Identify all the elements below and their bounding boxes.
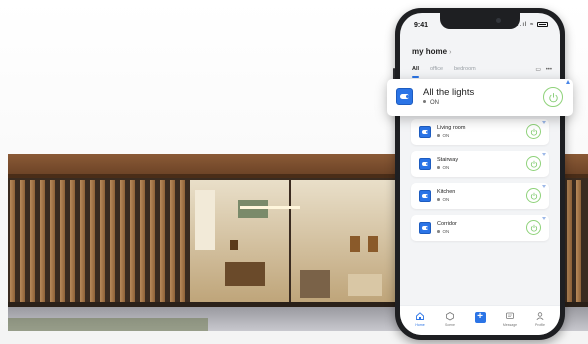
home-name: my home — [412, 47, 448, 56]
room-tabs: All office bedroom ▭ ••• — [412, 66, 552, 78]
light-switch-icon — [419, 190, 431, 202]
device-card-corridor[interactable]: Corridor ON — [411, 215, 549, 241]
device-card-all-lights[interactable]: All the lights ON — [387, 79, 573, 116]
light-switch-icon — [419, 158, 431, 170]
power-button[interactable] — [526, 124, 541, 139]
tab-bedroom[interactable]: bedroom — [454, 66, 476, 72]
app-screen: 9:41 ..ıl ≈ my home › All office bedroom … — [400, 13, 560, 335]
flag-icon — [542, 121, 546, 124]
power-icon — [530, 128, 537, 136]
device-name: Living room — [437, 125, 466, 131]
nav-message[interactable]: Message — [498, 311, 522, 327]
power-icon — [548, 92, 558, 102]
device-name: Stairway — [437, 157, 459, 163]
flag-icon — [542, 217, 546, 220]
device-status: ON — [437, 133, 449, 138]
active-tab-indicator — [412, 76, 419, 78]
device-name: Corridor — [437, 221, 457, 227]
bottom-navigation: Home Scene + Message Profile — [400, 305, 560, 335]
home-icon — [416, 312, 424, 320]
flag-icon — [542, 153, 546, 156]
device-name: Kitchen — [437, 189, 456, 195]
battery-icon — [537, 22, 548, 27]
light-switch-icon — [419, 126, 431, 138]
device-card-stairway[interactable]: Stairway ON — [411, 151, 549, 177]
chevron-right-icon: › — [449, 49, 452, 56]
status-time: 9:41 — [414, 22, 429, 29]
power-icon — [530, 192, 537, 200]
add-icon: + — [474, 312, 486, 323]
power-button[interactable] — [526, 156, 541, 171]
wifi-icon: ≈ — [530, 22, 535, 28]
flag-icon — [566, 80, 570, 84]
power-button[interactable] — [543, 87, 563, 107]
device-name: All the lights — [423, 87, 475, 98]
profile-icon — [536, 312, 544, 321]
tab-office[interactable]: office — [430, 66, 443, 72]
device-status: ON — [437, 165, 449, 170]
message-icon — [506, 312, 514, 319]
phone-notch — [440, 13, 520, 29]
more-icon[interactable]: ••• — [546, 67, 552, 73]
grid-view-icon[interactable]: ▭ — [535, 67, 541, 73]
light-switch-icon — [419, 222, 431, 234]
nav-add[interactable]: + — [468, 312, 492, 323]
device-card-kitchen[interactable]: Kitchen ON — [411, 183, 549, 209]
smartphone-mockup: 9:41 ..ıl ≈ my home › All office bedroom … — [393, 8, 567, 340]
device-card-living-room[interactable]: Living room ON — [411, 119, 549, 145]
power-icon — [530, 160, 537, 168]
device-status: ON — [437, 229, 449, 234]
nav-home[interactable]: Home — [408, 311, 432, 327]
tab-all[interactable]: All — [412, 66, 419, 72]
power-icon — [530, 224, 537, 232]
light-switch-icon — [396, 88, 413, 105]
home-selector[interactable]: my home › — [412, 47, 451, 56]
flag-icon — [542, 185, 546, 188]
scene-icon — [446, 312, 454, 321]
power-button[interactable] — [526, 188, 541, 203]
tab-actions: ▭ ••• — [535, 66, 552, 73]
device-status: ON — [423, 100, 439, 106]
power-button[interactable] — [526, 220, 541, 235]
status-icons: ..ıl ≈ — [517, 21, 548, 28]
nav-scene[interactable]: Scene — [438, 311, 462, 327]
nav-profile[interactable]: Profile — [528, 311, 552, 327]
signal-icon: ..ıl — [517, 22, 528, 28]
camera-icon — [496, 18, 501, 23]
device-status: ON — [437, 197, 449, 202]
